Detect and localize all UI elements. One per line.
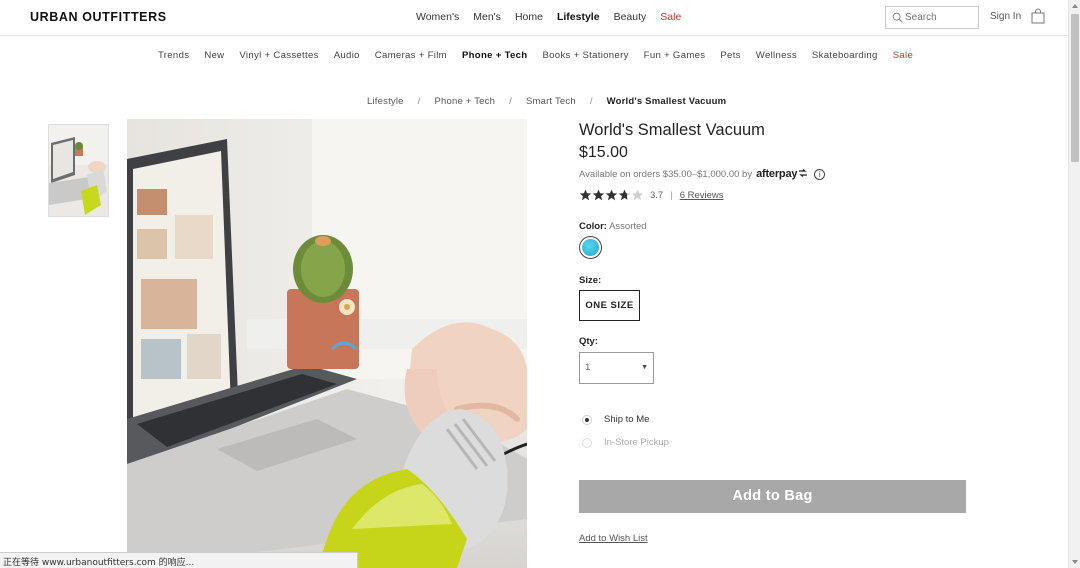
subnav-item-wellness[interactable]: Wellness <box>756 50 797 61</box>
subnav-item-trends[interactable]: Trends <box>158 50 189 61</box>
rating-stars <box>579 189 644 201</box>
scroll-up-arrow-icon[interactable] <box>1072 4 1078 8</box>
search-input[interactable] <box>905 10 975 25</box>
page-scrollbar[interactable] <box>1068 0 1080 568</box>
top-header: URBAN OUTFITTERS Women's Men's Home Life… <box>0 0 1068 36</box>
quantity-select[interactable]: 1 ▼ <box>579 352 654 384</box>
product-thumbnail[interactable] <box>48 124 109 217</box>
breadcrumb-smart-tech[interactable]: Smart Tech <box>526 96 576 107</box>
radio-selected[interactable] <box>582 414 592 425</box>
subnav-item-audio[interactable]: Audio <box>334 50 360 61</box>
size-label: Size: <box>579 275 602 286</box>
scroll-down-arrow-icon[interactable] <box>1072 560 1078 564</box>
subnav-item-vinyl-cassettes[interactable]: Vinyl + Cassettes <box>239 50 318 61</box>
breadcrumb: Lifestyle / Phone + Tech / Smart Tech / … <box>367 96 726 107</box>
ship-to-me-label: Ship to Me <box>604 414 650 425</box>
in-store-pickup-option[interactable]: In-Store Pickup <box>582 437 669 448</box>
chevron-down-icon: ▼ <box>641 364 648 371</box>
thumbnail-image <box>49 125 108 216</box>
nav-item-mens[interactable]: Men's <box>473 11 501 23</box>
star-icon <box>618 189 631 201</box>
star-icon <box>631 189 644 201</box>
subnav-item-sale[interactable]: Sale <box>893 50 913 61</box>
add-to-bag-button[interactable]: Add to Bag <box>579 480 966 513</box>
color-swatch[interactable] <box>579 236 602 259</box>
nav-item-home[interactable]: Home <box>515 11 543 23</box>
product-main-image[interactable] <box>127 119 527 568</box>
subnav-item-phone-tech[interactable]: Phone + Tech <box>462 50 528 61</box>
qty-label: Qty: <box>579 336 598 347</box>
quantity-value: 1 <box>585 362 591 373</box>
nav-item-lifestyle[interactable]: Lifestyle <box>557 11 600 23</box>
afterpay-text: Available on orders $35.00–$1,000.00 by <box>579 168 753 180</box>
radio-unselected[interactable] <box>582 437 592 448</box>
afterpay-notice: Available on orders $35.00–$1,000.00 by … <box>579 168 826 180</box>
nav-item-beauty[interactable]: Beauty <box>614 11 647 23</box>
product-price: $15.00 <box>579 144 628 161</box>
main-nav: Women's Men's Home Lifestyle Beauty Sale <box>416 11 695 23</box>
product-title: World's Smallest Vacuum <box>579 121 765 139</box>
browser-status-bar: 正在等待 www.urbanoutfitters.com 的响应... <box>0 552 358 568</box>
color-label: Color: Assorted <box>579 221 647 232</box>
rating-value: 3.7 <box>650 189 664 201</box>
breadcrumb-separator: / <box>509 96 512 107</box>
search-box[interactable] <box>885 6 979 29</box>
subnav-item-cameras-film[interactable]: Cameras + Film <box>375 50 447 61</box>
breadcrumb-separator: / <box>417 96 421 107</box>
vacuum-photo <box>127 119 527 568</box>
shopping-bag-icon[interactable] <box>1031 8 1045 24</box>
nav-item-womens[interactable]: Women's <box>416 11 459 23</box>
category-sub-nav: Trends New Vinyl + Cassettes Audio Camer… <box>158 50 928 61</box>
subnav-item-new[interactable]: New <box>204 50 224 61</box>
star-icon <box>579 189 592 201</box>
product-rating: 3.7 | 6 Reviews <box>579 189 724 201</box>
breadcrumb-separator: / <box>589 96 593 107</box>
reviews-link[interactable]: 6 Reviews <box>680 190 724 201</box>
afterpay-arrows-icon <box>799 169 808 177</box>
ship-to-me-option[interactable]: Ship to Me <box>582 414 649 425</box>
subnav-item-pets[interactable]: Pets <box>720 50 740 61</box>
sign-in-link[interactable]: Sign In <box>990 11 1021 22</box>
breadcrumb-lifestyle[interactable]: Lifestyle <box>367 96 404 107</box>
site-logo[interactable]: URBAN OUTFITTERS <box>30 10 167 24</box>
scrollbar-thumb[interactable] <box>1071 14 1079 162</box>
subnav-item-books-stationery[interactable]: Books + Stationery <box>542 50 628 61</box>
size-option-button[interactable]: ONE SIZE <box>579 290 640 321</box>
breadcrumb-phone-tech[interactable]: Phone + Tech <box>435 96 496 107</box>
breadcrumb-current: World's Smallest Vacuum <box>606 96 727 107</box>
search-icon <box>892 12 903 23</box>
subnav-item-skateboarding[interactable]: Skateboarding <box>812 50 878 61</box>
in-store-pickup-label: In-Store Pickup <box>604 437 669 448</box>
rating-separator: | <box>670 189 673 201</box>
star-icon <box>605 189 618 201</box>
star-icon <box>592 189 605 201</box>
subnav-item-fun-games[interactable]: Fun + Games <box>644 50 706 61</box>
swatch-fill <box>582 239 599 256</box>
add-to-wish-list-link[interactable]: Add to Wish List <box>579 533 648 544</box>
info-icon[interactable]: i <box>814 168 826 180</box>
afterpay-logo: afterpay <box>756 168 808 180</box>
nav-item-sale[interactable]: Sale <box>660 11 681 23</box>
